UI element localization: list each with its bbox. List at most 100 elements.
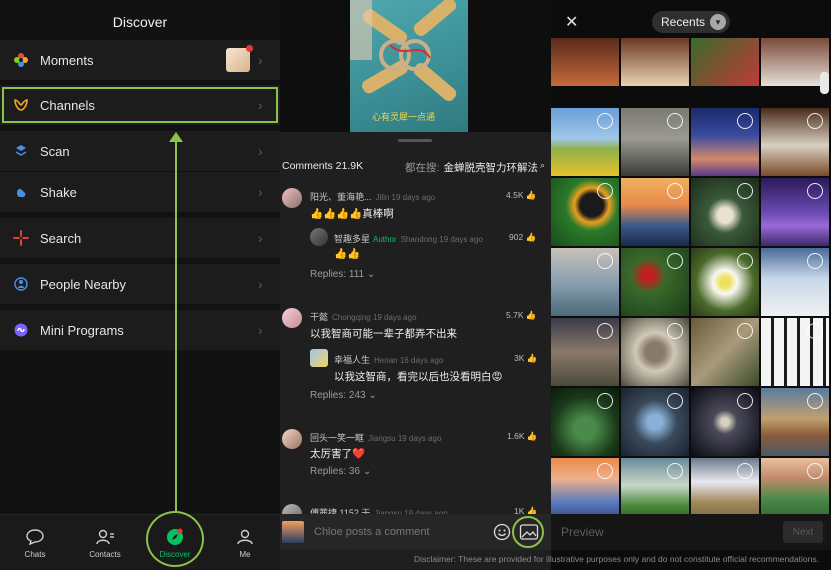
like-button[interactable]: 5.7K 👍 [506, 310, 536, 321]
photo-thumbnail[interactable] [551, 178, 619, 246]
select-circle[interactable] [807, 183, 823, 199]
photo-thumbnail[interactable] [621, 388, 689, 456]
tab-chats[interactable]: Chats [5, 527, 65, 559]
photo-thumbnail[interactable] [551, 38, 619, 86]
menu-item-mini-programs[interactable]: Mini Programs › [0, 310, 280, 350]
photo-thumbnail[interactable] [761, 178, 829, 246]
thumbs-up-icon: 👍 [525, 310, 537, 320]
photo-thumbnail[interactable] [621, 318, 689, 386]
compass-icon [165, 527, 185, 547]
avatar[interactable] [282, 188, 302, 208]
select-circle[interactable] [667, 323, 683, 339]
comment-author[interactable]: 阳光、董海艳... Jilin 19 days ago [310, 190, 435, 203]
photo-thumbnail[interactable] [691, 318, 759, 386]
tab-contacts[interactable]: Contacts [75, 527, 135, 559]
photo-thumbnail[interactable] [761, 388, 829, 456]
comment-author[interactable]: 幸福人生 Henan 16 days ago [334, 353, 443, 366]
photo-thumbnail[interactable] [621, 38, 689, 86]
tab-me[interactable]: Me [215, 527, 275, 559]
select-circle[interactable] [737, 323, 753, 339]
trending-search-link[interactable]: 金蝉脱壳智力环解法 [443, 160, 538, 175]
thumbs-up-icon: 👍 [525, 232, 537, 242]
comment-input[interactable]: Chloe posts a comment [314, 526, 493, 538]
select-circle[interactable] [667, 393, 683, 409]
comments-count: Comments 21.9K [282, 160, 364, 172]
select-circle[interactable] [737, 393, 753, 409]
album-selector[interactable]: Recents ▾ [652, 11, 731, 33]
replies-count: Replies: 243 [310, 390, 366, 401]
thumbs-up-icon: 👍 [526, 431, 538, 441]
select-circle[interactable] [597, 323, 613, 339]
photo-thumbnail[interactable] [691, 178, 759, 246]
bottom-tab-bar: Chats Contacts Discover Me [0, 514, 280, 570]
select-circle[interactable] [597, 463, 613, 479]
select-circle[interactable] [597, 393, 613, 409]
person-icon [235, 527, 255, 547]
annotation-arrow [175, 140, 177, 512]
select-circle[interactable] [667, 113, 683, 129]
photo-thumbnail[interactable] [551, 388, 619, 456]
comment-author[interactable]: 回头一笑一眶 Jiangsu 19 days ago [310, 431, 441, 444]
scroll-indicator[interactable] [820, 72, 829, 94]
select-circle[interactable] [807, 463, 823, 479]
select-circle[interactable] [807, 113, 823, 129]
photo-thumbnail[interactable] [551, 108, 619, 176]
menu-item-scan[interactable]: Scan › [0, 131, 280, 171]
menu-item-search[interactable]: Search › [0, 218, 280, 258]
comment-author[interactable]: 干懿 Chongqing 19 days ago [310, 310, 417, 323]
comment-author[interactable]: 智趣多星 Author Shandong 19 days ago [334, 232, 483, 245]
photo-thumbnail[interactable] [761, 108, 829, 176]
avatar[interactable] [282, 308, 302, 328]
menu-item-people-nearby[interactable]: People Nearby › [0, 264, 280, 304]
menu-item-moments[interactable]: Moments › [0, 40, 280, 80]
select-circle[interactable] [807, 323, 823, 339]
photo-thumbnail[interactable] [691, 248, 759, 316]
photo-thumbnail[interactable] [691, 38, 759, 86]
menu-item-channels[interactable]: Channels › [0, 85, 280, 125]
tab-discover[interactable]: Discover [145, 527, 205, 559]
select-circle[interactable] [737, 113, 753, 129]
avatar[interactable] [282, 429, 302, 449]
discover-panel: Discover Moments › Channels › Scan › Sha [0, 0, 280, 570]
close-icon[interactable]: ✕ [565, 12, 578, 32]
select-circle[interactable] [597, 183, 613, 199]
select-circle[interactable] [737, 463, 753, 479]
select-circle[interactable] [737, 183, 753, 199]
select-circle[interactable] [597, 253, 613, 269]
select-circle[interactable] [667, 253, 683, 269]
photo-thumbnail[interactable] [691, 108, 759, 176]
replies-toggle[interactable]: Replies: 243 ⌄ [310, 390, 377, 401]
replies-toggle[interactable]: Replies: 36 ⌄ [310, 466, 371, 477]
select-circle[interactable] [807, 393, 823, 409]
replies-toggle[interactable]: Replies: 111 ⌄ [310, 269, 375, 280]
select-circle[interactable] [807, 253, 823, 269]
photo-thumbnail[interactable] [761, 38, 829, 86]
photo-thumbnail[interactable] [761, 248, 829, 316]
like-button[interactable]: 3K 👍 [514, 353, 537, 364]
comment-meta: Jiangsu 19 days ago [368, 434, 442, 443]
select-circle[interactable] [667, 463, 683, 479]
select-circle[interactable] [737, 253, 753, 269]
avatar[interactable] [310, 349, 328, 367]
like-button[interactable]: 902 👍 [509, 232, 536, 243]
photo-thumbnail[interactable] [621, 178, 689, 246]
like-button[interactable]: 4.5K 👍 [506, 190, 536, 201]
select-circle[interactable] [667, 183, 683, 199]
emoji-icon[interactable] [493, 523, 511, 541]
photo-thumbnail[interactable] [551, 248, 619, 316]
video-player[interactable]: 心有灵犀一点通 [280, 0, 551, 132]
sheet-handle[interactable] [398, 139, 432, 142]
avatar[interactable] [310, 228, 328, 246]
menu-item-shake[interactable]: Shake › [0, 172, 280, 212]
photo-thumbnail[interactable] [691, 388, 759, 456]
comment-meta: Chongqing 19 days ago [332, 313, 417, 322]
photo-thumbnail[interactable] [621, 248, 689, 316]
photo-thumbnail[interactable] [551, 318, 619, 386]
photo-thumbnail[interactable] [761, 318, 829, 386]
select-circle[interactable] [597, 113, 613, 129]
next-button[interactable]: Next [783, 521, 823, 543]
photo-thumbnail[interactable] [621, 108, 689, 176]
like-button[interactable]: 1.6K 👍 [507, 431, 537, 442]
preview-button[interactable]: Preview [561, 525, 604, 539]
picker-footer: Preview Next [551, 514, 831, 550]
